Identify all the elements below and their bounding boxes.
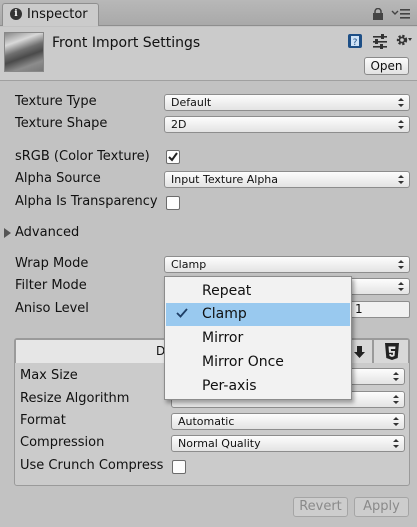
apply-button[interactable]: Apply xyxy=(354,497,409,517)
srgb-checkbox[interactable] xyxy=(166,150,180,164)
popup-item-clamp[interactable]: Clamp xyxy=(166,303,350,326)
wrap-mode-popup: Repeat Clamp Mirror Mirror Once Per-axis xyxy=(164,276,352,400)
page-title: Front Import Settings xyxy=(52,35,201,51)
wrap-mode-dropdown[interactable]: Clamp xyxy=(164,256,410,273)
texture-shape-dropdown[interactable]: 2D xyxy=(164,116,410,133)
aniso-level-label: Aniso Level xyxy=(15,301,89,316)
popup-item-label: Clamp xyxy=(202,306,247,322)
popup-item-mirror[interactable]: Mirror xyxy=(166,327,350,350)
advanced-foldout-label[interactable]: Advanced xyxy=(15,225,79,240)
alpha-source-value: Input Texture Alpha xyxy=(171,173,279,186)
format-dropdown[interactable]: Automatic xyxy=(171,413,405,430)
texture-shape-label: Texture Shape xyxy=(15,116,108,131)
popup-item-label: Mirror xyxy=(202,330,244,346)
popup-item-per-axis[interactable]: Per-axis xyxy=(166,375,350,398)
checkmark-icon xyxy=(176,308,188,318)
aniso-level-field[interactable]: 1 xyxy=(350,301,410,318)
tab-label: Inspector xyxy=(27,7,88,22)
tab-webgl-platform[interactable] xyxy=(373,339,409,363)
compression-label: Compression xyxy=(20,435,105,450)
open-button[interactable]: Open xyxy=(364,57,409,75)
revert-button[interactable]: Revert xyxy=(293,497,348,517)
download-icon xyxy=(354,346,365,358)
alpha-source-dropdown[interactable]: Input Texture Alpha xyxy=(164,171,410,188)
format-value: Automatic xyxy=(178,415,235,428)
popup-item-repeat[interactable]: Repeat xyxy=(166,280,350,303)
svg-text:?: ? xyxy=(353,38,358,48)
crunch-compression-checkbox[interactable] xyxy=(172,460,186,474)
dropdown-arrows-icon xyxy=(393,417,399,426)
alpha-is-transparency-label: Alpha Is Transparency xyxy=(15,194,158,209)
wrap-mode-label: Wrap Mode xyxy=(15,256,89,271)
inspector-header: Front Import Settings ? Open xyxy=(0,27,417,81)
filter-mode-label: Filter Mode xyxy=(15,278,87,293)
texture-type-dropdown[interactable]: Default xyxy=(164,94,410,111)
popup-item-label: Per-axis xyxy=(202,378,257,394)
html5-icon xyxy=(385,343,399,360)
preset-sliders-icon[interactable] xyxy=(372,33,388,49)
crunch-compression-label: Use Crunch Compress xyxy=(20,458,164,473)
info-icon: i xyxy=(10,8,22,20)
texture-type-label: Texture Type xyxy=(15,94,97,109)
gear-icon[interactable] xyxy=(395,32,413,48)
alpha-is-transparency-checkbox[interactable] xyxy=(166,196,180,210)
texture-thumbnail xyxy=(4,32,44,72)
format-label: Format xyxy=(20,413,66,428)
tab-bar: i Inspector xyxy=(0,0,417,26)
lock-icon[interactable] xyxy=(372,8,384,20)
popup-item-label: Repeat xyxy=(202,283,252,299)
help-book-icon[interactable]: ? xyxy=(347,33,363,49)
dropdown-arrows-icon xyxy=(398,260,404,269)
wrap-mode-value: Clamp xyxy=(171,258,207,271)
popup-item-label: Mirror Once xyxy=(202,354,284,370)
texture-shape-value: 2D xyxy=(171,118,187,131)
dropdown-arrows-icon xyxy=(393,439,399,448)
srgb-label: sRGB (Color Texture) xyxy=(15,149,150,164)
checkmark-icon xyxy=(168,152,178,162)
dropdown-arrows-icon xyxy=(398,282,404,291)
dropdown-arrows-icon xyxy=(398,175,404,184)
texture-type-value: Default xyxy=(171,96,212,109)
compression-dropdown[interactable]: Normal Quality xyxy=(171,435,405,452)
max-size-label: Max Size xyxy=(20,368,78,383)
compression-value: Normal Quality xyxy=(178,437,261,450)
alpha-source-label: Alpha Source xyxy=(15,171,101,186)
dropdown-arrows-icon xyxy=(398,98,404,107)
menu-icon[interactable] xyxy=(391,8,411,20)
tab-inspector[interactable]: i Inspector xyxy=(2,3,99,26)
dropdown-arrows-icon xyxy=(398,120,404,129)
foldout-arrow-icon[interactable] xyxy=(4,228,11,238)
dropdown-arrows-icon xyxy=(393,395,399,404)
dropdown-arrows-icon xyxy=(393,372,399,381)
popup-item-mirror-once[interactable]: Mirror Once xyxy=(166,351,350,374)
resize-algorithm-label: Resize Algorithm xyxy=(20,391,130,406)
